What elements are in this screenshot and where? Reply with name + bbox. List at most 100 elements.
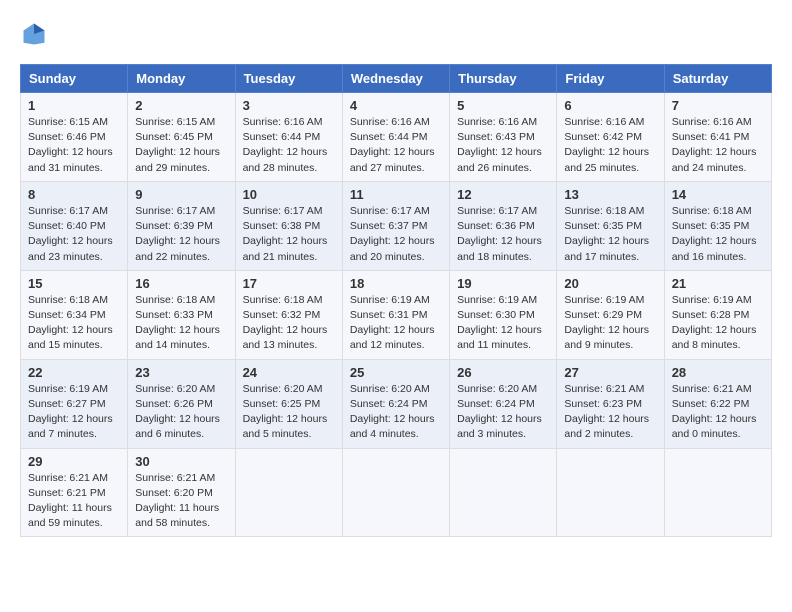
day-number: 22 bbox=[28, 365, 120, 380]
daylight-label: Daylight: 12 hours and 14 minutes. bbox=[135, 324, 220, 351]
calendar-cell: 28 Sunrise: 6:21 AM Sunset: 6:22 PM Dayl… bbox=[664, 359, 771, 448]
sunrise-label: Sunrise: 6:18 AM bbox=[564, 205, 644, 217]
sunset-label: Sunset: 6:22 PM bbox=[672, 398, 750, 410]
sunset-label: Sunset: 6:45 PM bbox=[135, 131, 213, 143]
sunset-label: Sunset: 6:44 PM bbox=[243, 131, 321, 143]
sunset-label: Sunset: 6:46 PM bbox=[28, 131, 106, 143]
sunrise-label: Sunrise: 6:18 AM bbox=[28, 294, 108, 306]
day-info: Sunrise: 6:21 AM Sunset: 6:23 PM Dayligh… bbox=[564, 382, 656, 443]
day-number: 12 bbox=[457, 187, 549, 202]
day-info: Sunrise: 6:18 AM Sunset: 6:33 PM Dayligh… bbox=[135, 293, 227, 354]
calendar-cell: 13 Sunrise: 6:18 AM Sunset: 6:35 PM Dayl… bbox=[557, 181, 664, 270]
day-number: 2 bbox=[135, 98, 227, 113]
sunset-label: Sunset: 6:43 PM bbox=[457, 131, 535, 143]
sunrise-label: Sunrise: 6:17 AM bbox=[350, 205, 430, 217]
daylight-label: Daylight: 12 hours and 15 minutes. bbox=[28, 324, 113, 351]
sunrise-label: Sunrise: 6:17 AM bbox=[457, 205, 537, 217]
day-info: Sunrise: 6:20 AM Sunset: 6:26 PM Dayligh… bbox=[135, 382, 227, 443]
logo bbox=[20, 20, 52, 48]
day-number: 29 bbox=[28, 454, 120, 469]
calendar-cell: 10 Sunrise: 6:17 AM Sunset: 6:38 PM Dayl… bbox=[235, 181, 342, 270]
sunset-label: Sunset: 6:40 PM bbox=[28, 220, 106, 232]
sunset-label: Sunset: 6:24 PM bbox=[350, 398, 428, 410]
day-info: Sunrise: 6:17 AM Sunset: 6:36 PM Dayligh… bbox=[457, 204, 549, 265]
daylight-label: Daylight: 12 hours and 8 minutes. bbox=[672, 324, 757, 351]
day-number: 30 bbox=[135, 454, 227, 469]
day-info: Sunrise: 6:17 AM Sunset: 6:38 PM Dayligh… bbox=[243, 204, 335, 265]
calendar-cell: 21 Sunrise: 6:19 AM Sunset: 6:28 PM Dayl… bbox=[664, 270, 771, 359]
daylight-label: Daylight: 12 hours and 16 minutes. bbox=[672, 235, 757, 262]
day-number: 28 bbox=[672, 365, 764, 380]
sunrise-label: Sunrise: 6:18 AM bbox=[672, 205, 752, 217]
day-info: Sunrise: 6:19 AM Sunset: 6:30 PM Dayligh… bbox=[457, 293, 549, 354]
calendar-cell: 24 Sunrise: 6:20 AM Sunset: 6:25 PM Dayl… bbox=[235, 359, 342, 448]
day-info: Sunrise: 6:17 AM Sunset: 6:37 PM Dayligh… bbox=[350, 204, 442, 265]
weekday-header-sunday: Sunday bbox=[21, 65, 128, 93]
sunset-label: Sunset: 6:28 PM bbox=[672, 309, 750, 321]
daylight-label: Daylight: 12 hours and 13 minutes. bbox=[243, 324, 328, 351]
daylight-label: Daylight: 12 hours and 5 minutes. bbox=[243, 413, 328, 440]
weekday-header-tuesday: Tuesday bbox=[235, 65, 342, 93]
day-number: 3 bbox=[243, 98, 335, 113]
day-info: Sunrise: 6:21 AM Sunset: 6:20 PM Dayligh… bbox=[135, 471, 227, 532]
weekday-header-thursday: Thursday bbox=[450, 65, 557, 93]
sunset-label: Sunset: 6:38 PM bbox=[243, 220, 321, 232]
calendar-cell: 9 Sunrise: 6:17 AM Sunset: 6:39 PM Dayli… bbox=[128, 181, 235, 270]
day-number: 17 bbox=[243, 276, 335, 291]
day-info: Sunrise: 6:20 AM Sunset: 6:24 PM Dayligh… bbox=[457, 382, 549, 443]
calendar-cell: 4 Sunrise: 6:16 AM Sunset: 6:44 PM Dayli… bbox=[342, 93, 449, 182]
day-number: 1 bbox=[28, 98, 120, 113]
daylight-label: Daylight: 12 hours and 3 minutes. bbox=[457, 413, 542, 440]
daylight-label: Daylight: 12 hours and 25 minutes. bbox=[564, 146, 649, 173]
day-number: 21 bbox=[672, 276, 764, 291]
day-info: Sunrise: 6:16 AM Sunset: 6:43 PM Dayligh… bbox=[457, 115, 549, 176]
calendar-cell bbox=[235, 448, 342, 537]
sunrise-label: Sunrise: 6:16 AM bbox=[350, 116, 430, 128]
weekday-header-wednesday: Wednesday bbox=[342, 65, 449, 93]
sunrise-label: Sunrise: 6:17 AM bbox=[135, 205, 215, 217]
daylight-label: Daylight: 12 hours and 31 minutes. bbox=[28, 146, 113, 173]
calendar-cell: 2 Sunrise: 6:15 AM Sunset: 6:45 PM Dayli… bbox=[128, 93, 235, 182]
sunrise-label: Sunrise: 6:16 AM bbox=[672, 116, 752, 128]
day-number: 7 bbox=[672, 98, 764, 113]
daylight-label: Daylight: 12 hours and 17 minutes. bbox=[564, 235, 649, 262]
calendar-cell: 14 Sunrise: 6:18 AM Sunset: 6:35 PM Dayl… bbox=[664, 181, 771, 270]
sunset-label: Sunset: 6:24 PM bbox=[457, 398, 535, 410]
day-number: 25 bbox=[350, 365, 442, 380]
sunset-label: Sunset: 6:21 PM bbox=[28, 487, 106, 499]
calendar-cell: 11 Sunrise: 6:17 AM Sunset: 6:37 PM Dayl… bbox=[342, 181, 449, 270]
week-row-4: 22 Sunrise: 6:19 AM Sunset: 6:27 PM Dayl… bbox=[21, 359, 772, 448]
day-info: Sunrise: 6:18 AM Sunset: 6:34 PM Dayligh… bbox=[28, 293, 120, 354]
calendar-cell: 5 Sunrise: 6:16 AM Sunset: 6:43 PM Dayli… bbox=[450, 93, 557, 182]
page-header bbox=[20, 20, 772, 48]
week-row-3: 15 Sunrise: 6:18 AM Sunset: 6:34 PM Dayl… bbox=[21, 270, 772, 359]
sunset-label: Sunset: 6:35 PM bbox=[564, 220, 642, 232]
week-row-1: 1 Sunrise: 6:15 AM Sunset: 6:46 PM Dayli… bbox=[21, 93, 772, 182]
sunrise-label: Sunrise: 6:19 AM bbox=[350, 294, 430, 306]
daylight-label: Daylight: 12 hours and 0 minutes. bbox=[672, 413, 757, 440]
sunrise-label: Sunrise: 6:20 AM bbox=[457, 383, 537, 395]
calendar-cell bbox=[342, 448, 449, 537]
sunrise-label: Sunrise: 6:17 AM bbox=[28, 205, 108, 217]
daylight-label: Daylight: 12 hours and 29 minutes. bbox=[135, 146, 220, 173]
calendar-cell: 6 Sunrise: 6:16 AM Sunset: 6:42 PM Dayli… bbox=[557, 93, 664, 182]
daylight-label: Daylight: 12 hours and 28 minutes. bbox=[243, 146, 328, 173]
day-number: 16 bbox=[135, 276, 227, 291]
calendar-cell bbox=[557, 448, 664, 537]
day-info: Sunrise: 6:19 AM Sunset: 6:28 PM Dayligh… bbox=[672, 293, 764, 354]
weekday-header-row: SundayMondayTuesdayWednesdayThursdayFrid… bbox=[21, 65, 772, 93]
calendar-table: SundayMondayTuesdayWednesdayThursdayFrid… bbox=[20, 64, 772, 537]
calendar-cell bbox=[664, 448, 771, 537]
sunrise-label: Sunrise: 6:16 AM bbox=[457, 116, 537, 128]
day-number: 23 bbox=[135, 365, 227, 380]
day-info: Sunrise: 6:21 AM Sunset: 6:22 PM Dayligh… bbox=[672, 382, 764, 443]
daylight-label: Daylight: 12 hours and 24 minutes. bbox=[672, 146, 757, 173]
sunrise-label: Sunrise: 6:16 AM bbox=[564, 116, 644, 128]
day-number: 5 bbox=[457, 98, 549, 113]
day-info: Sunrise: 6:18 AM Sunset: 6:35 PM Dayligh… bbox=[672, 204, 764, 265]
sunset-label: Sunset: 6:33 PM bbox=[135, 309, 213, 321]
daylight-label: Daylight: 12 hours and 6 minutes. bbox=[135, 413, 220, 440]
day-info: Sunrise: 6:20 AM Sunset: 6:24 PM Dayligh… bbox=[350, 382, 442, 443]
sunrise-label: Sunrise: 6:15 AM bbox=[28, 116, 108, 128]
day-info: Sunrise: 6:18 AM Sunset: 6:32 PM Dayligh… bbox=[243, 293, 335, 354]
